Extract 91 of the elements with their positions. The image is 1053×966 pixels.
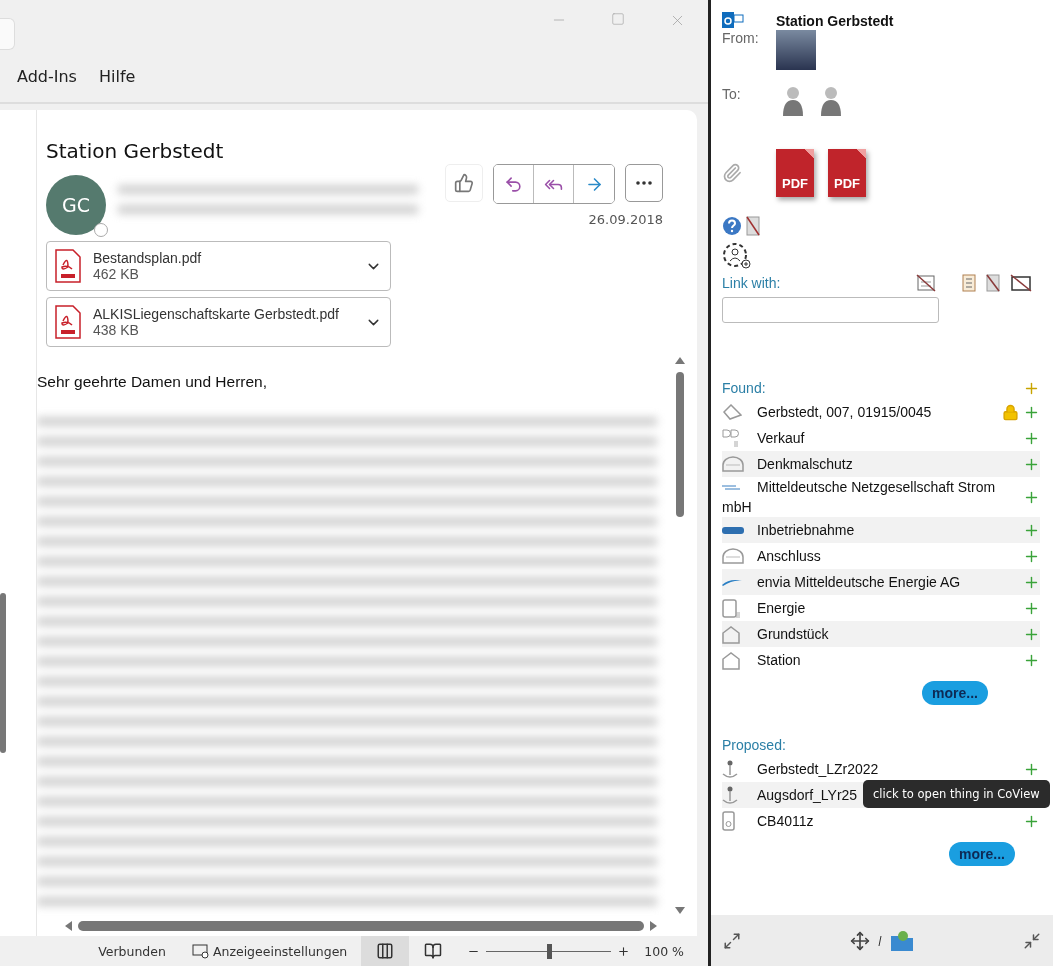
scroll-right-icon[interactable] [650,921,657,931]
thing-link[interactable]: Gerbstedt, 007, 01915/0045 [722,402,1002,422]
thing-link[interactable]: Denkmalschutz [722,454,1023,474]
paperclip-icon [722,163,742,183]
window-crossed-icon [1010,274,1032,292]
pdf-file-icon[interactable]: PDF [776,149,814,197]
scrollbar-thumb[interactable] [78,921,644,931]
thing-link[interactable]: Grundstück [722,624,1023,644]
document-crossed-icon [746,216,760,236]
swoosh-icon [722,578,742,586]
pdf-file-icon[interactable]: PDF [828,149,866,197]
house-icon [722,624,741,644]
scrollbar-thumb[interactable] [676,372,684,517]
photo-placeholder [776,30,816,70]
document-crossed-icon [986,274,1000,292]
expand-icon[interactable] [723,931,741,950]
thing-link[interactable]: Anschluss [722,546,1023,566]
document-icon [722,598,740,618]
slider-thumb[interactable] [546,943,552,959]
collapse-icon[interactable] [1023,931,1041,950]
pdf-file-icon [55,305,81,339]
thumbs-up-icon [454,173,474,193]
zoom-percentage: 100 % [644,943,684,959]
from-label: From: [722,30,760,46]
device-icon [722,811,735,831]
person-icon [782,86,804,116]
view-button[interactable] [361,936,410,966]
add-person-icon [722,242,752,270]
link-input-field[interactable] [722,297,939,323]
letters-icon [722,428,742,448]
logo-icon [722,484,740,490]
attachment-card[interactable]: Bestandsplan.pdf 462 KB [46,241,391,291]
message-subject: Station Gerbstedt [45,138,225,163]
arch-icon [722,548,744,564]
attachment-name: ALKISLiegenschaftskarte Gerbstedt.pdf [93,306,340,322]
thing-link[interactable]: Energie [722,598,1023,618]
pdf-file-icon [55,249,81,283]
help-icon [722,216,742,236]
attachment-name: Bestandsplan.pdf [93,250,203,266]
like-button[interactable] [445,164,483,202]
more-button[interactable]: more... [922,681,988,705]
mail-app-icon [722,12,744,30]
more-button[interactable]: more... [949,842,1015,866]
house-icon [722,650,741,670]
tag-icon [722,526,744,534]
attachment-size: 462 KB [93,266,140,282]
folder-icon[interactable] [890,929,914,952]
scrollbar-thumb[interactable] [0,593,6,753]
menu-item[interactable]: Add-Ins [17,66,77,86]
pin-icon [722,785,738,805]
message-date: 26.09.2018 [588,212,663,227]
message-greeting: Sehr geehrte Damen und Herren, [37,373,269,391]
avatar: GC [46,175,106,235]
divider-slash-icon [878,935,882,946]
scroll-left-icon[interactable] [65,921,72,931]
zoom-in-icon[interactable] [617,944,631,958]
display-settings-button[interactable]: Anzeigeeinstellungen [191,943,348,959]
section-heading: Proposed: [722,737,786,753]
polygon-icon [722,404,742,420]
scroll-up-icon[interactable] [675,357,685,364]
scroll-down-icon[interactable] [675,907,685,914]
monitor-gear-icon [191,943,210,959]
more-icon [636,181,652,185]
menu-item[interactable]: Hilfe [98,66,136,86]
link-with-label: Link with: [722,275,781,291]
person-icon [820,86,842,116]
reply-button[interactable] [494,165,534,203]
move-icon[interactable] [850,930,870,951]
tooltip: click to open thing in CoView [863,780,1050,808]
thing-link[interactable]: Station [722,650,1023,670]
thing-link[interactable]: Inbetriebnahme [722,520,1023,540]
thing-link[interactable]: CB4011z [722,811,1023,831]
layout-icon [376,942,395,960]
calendar-crossed-icon [916,274,936,292]
attachment-card[interactable]: ALKISLiegenschaftskarte Gerbstedt.pdf 438 KB [46,297,391,347]
connection-status: Verbunden [98,943,166,959]
more-button[interactable] [625,164,663,202]
thing-link[interactable]: Verkauf [722,428,1023,448]
panel-subject: Station Gerbstedt [776,13,894,29]
thing-link[interactable]: Gerbstedt_LZr2022 [722,759,1023,779]
to-label: To: [722,86,742,102]
book-icon [424,942,443,960]
thing-link[interactable]: Mitteldeutsche Netzgesellschaft Strom mbH [722,477,1023,517]
section-heading: Found: [722,380,766,396]
pin-icon [722,759,738,779]
arch-icon [722,456,744,472]
attachment-size: 438 KB [93,322,140,338]
reply-icon [504,174,523,194]
list-icon [962,274,976,292]
search-field[interactable] [0,18,15,50]
thing-link[interactable]: envia Mitteldeutsche Energie AG [722,572,1023,592]
